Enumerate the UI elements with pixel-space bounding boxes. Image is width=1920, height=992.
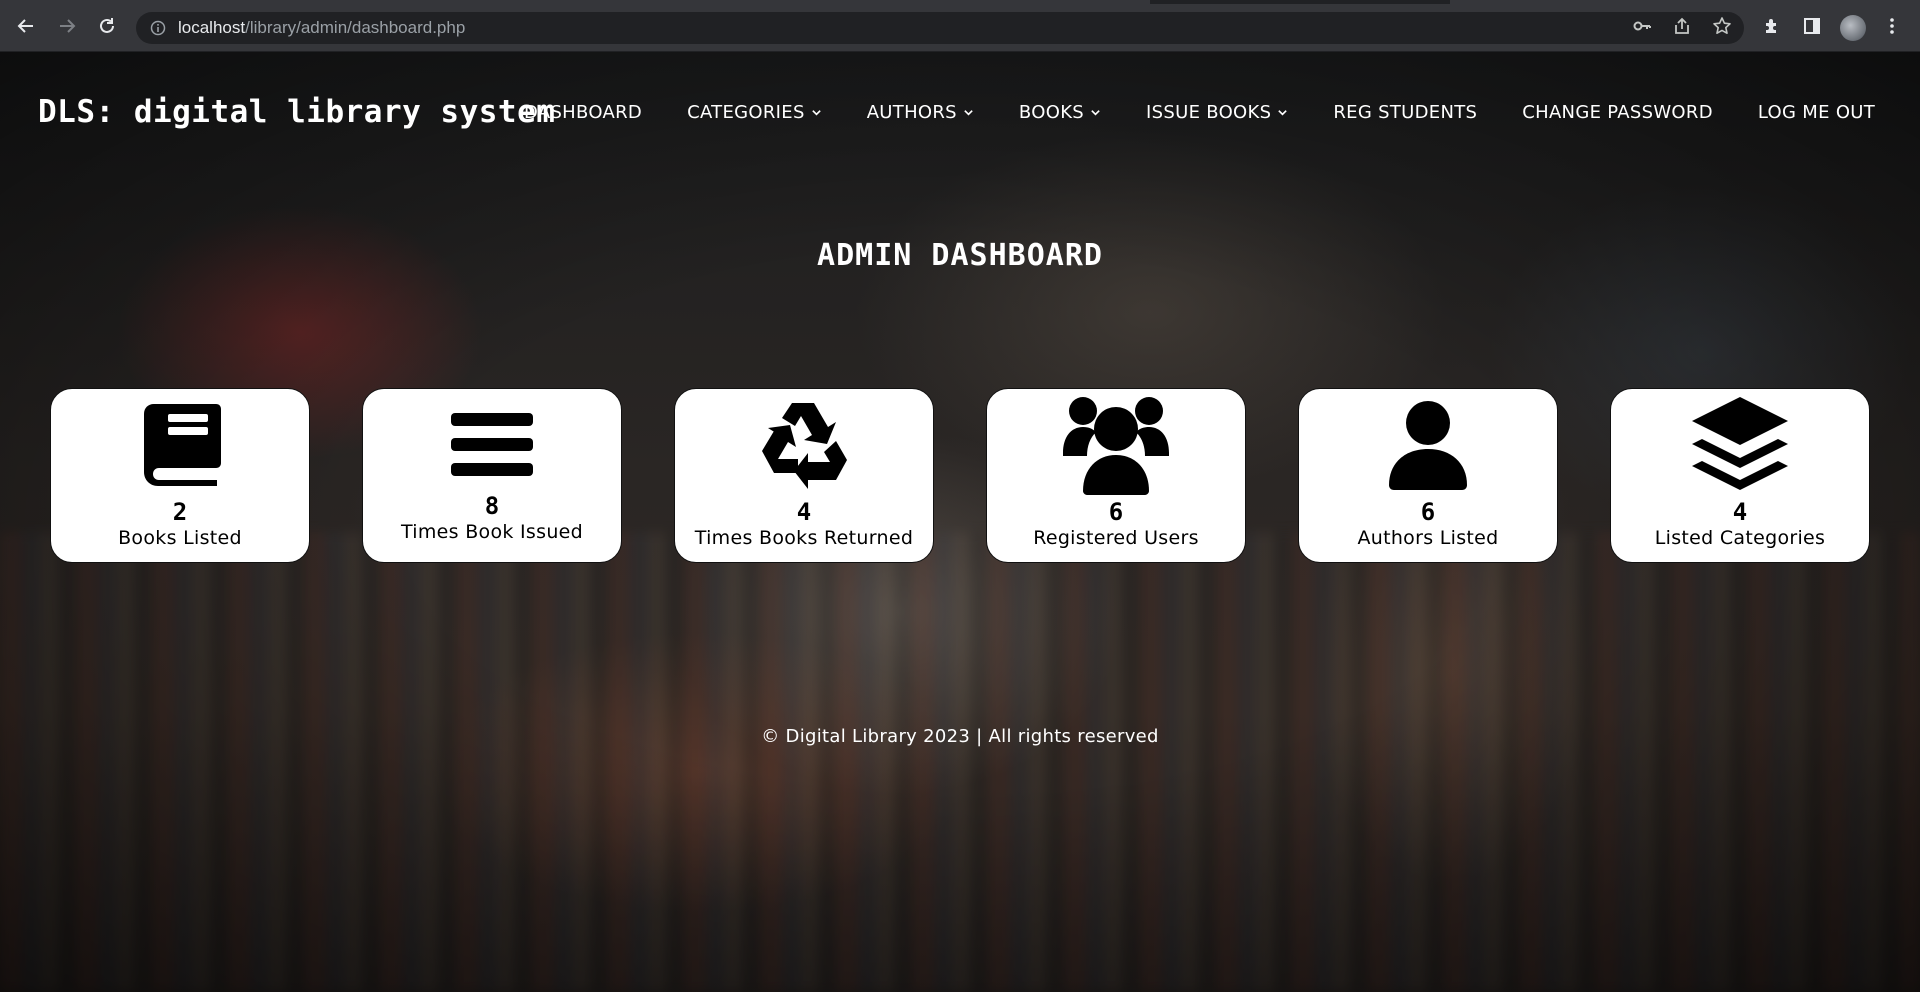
stat-card-registered-users[interactable]: 6 Registered Users [986, 388, 1246, 563]
stat-label: Books Listed [118, 527, 242, 549]
site-brand[interactable]: DLS: digital library system [38, 94, 555, 130]
nav-books[interactable]: BOOKS [1019, 102, 1101, 123]
stat-card-times-books-returned[interactable]: 4 Times Books Returned [674, 388, 934, 563]
stat-card-listed-categories[interactable]: 4 Listed Categories [1610, 388, 1870, 563]
side-panel-icon[interactable] [1800, 14, 1824, 38]
chevron-down-icon [1090, 107, 1101, 118]
back-icon[interactable] [14, 14, 38, 38]
extensions-icon[interactable] [1760, 14, 1784, 38]
nav-change-password[interactable]: CHANGE PASSWORD [1522, 102, 1713, 123]
nav-issue-books[interactable]: ISSUE BOOKS [1146, 102, 1288, 123]
book-icon [51, 395, 309, 495]
nav-dashboard[interactable]: DASHBOARD [524, 102, 642, 123]
chevron-down-icon [1277, 107, 1288, 118]
layers-icon [1611, 395, 1869, 495]
nav-categories[interactable]: CATEGORIES [687, 102, 822, 123]
bars-icon [363, 395, 621, 495]
recycle-icon [675, 395, 933, 495]
site-info-icon[interactable] [150, 20, 166, 36]
nav-log-me-out[interactable]: LOG ME OUT [1758, 102, 1875, 123]
stat-label: Authors Listed [1357, 527, 1499, 549]
profile-avatar[interactable] [1840, 15, 1866, 41]
nav-reg-students[interactable]: REG STUDENTS [1333, 102, 1477, 123]
stat-card-authors-listed[interactable]: 6 Authors Listed [1298, 388, 1558, 563]
share-icon[interactable] [1670, 14, 1694, 38]
page-title: ADMIN DASHBOARD [817, 238, 1103, 273]
stat-label: Times Books Returned [694, 527, 914, 549]
url-text: localhost/library/admin/dashboard.php [178, 18, 466, 37]
menu-kebab-icon[interactable] [1880, 14, 1904, 38]
stat-count: 6 [1420, 498, 1436, 526]
address-bar[interactable]: localhost/library/admin/dashboard.php [136, 12, 1744, 44]
stat-card-books-listed[interactable]: 2 Books Listed [50, 388, 310, 563]
stat-label: Listed Categories [1654, 527, 1826, 549]
reload-icon[interactable] [95, 14, 119, 38]
stat-label: Times Book Issued [400, 521, 584, 543]
stat-count: 4 [796, 498, 812, 526]
stat-card-times-book-issued[interactable]: 8 Times Book Issued [362, 388, 622, 563]
user-icon [1299, 395, 1557, 495]
stat-label: Registered Users [1033, 527, 1199, 549]
stat-count: 4 [1732, 498, 1748, 526]
chevron-down-icon [811, 107, 822, 118]
nav-authors[interactable]: AUTHORS [867, 102, 974, 123]
footer-copyright: © Digital Library 2023 | All rights rese… [761, 726, 1159, 747]
stat-count: 6 [1108, 498, 1124, 526]
page-body: DLS: digital library system DASHBOARD CA… [0, 52, 1920, 992]
bookmark-star-icon[interactable] [1710, 14, 1734, 38]
chevron-down-icon [963, 107, 974, 118]
stat-count: 8 [484, 492, 500, 520]
main-nav: DASHBOARD CATEGORIES AUTHORS BOOKS ISSUE… [524, 102, 1875, 123]
tab-strip [0, 0, 1920, 4]
key-icon[interactable] [1630, 14, 1654, 38]
users-icon [987, 395, 1245, 495]
forward-icon[interactable] [55, 14, 79, 38]
browser-toolbar: localhost/library/admin/dashboard.php [0, 0, 1920, 52]
stat-count: 2 [172, 498, 188, 526]
